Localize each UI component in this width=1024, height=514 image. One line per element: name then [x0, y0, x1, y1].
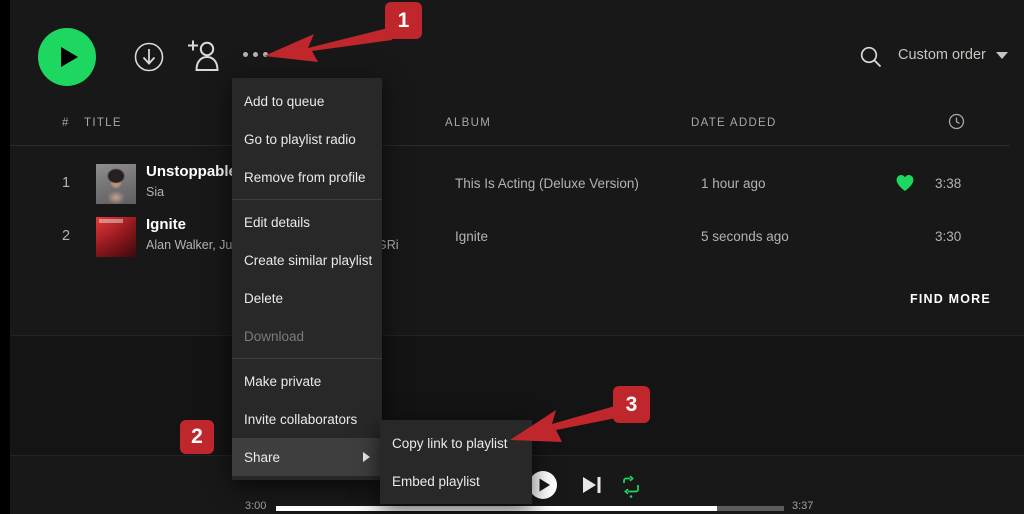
clock-icon	[948, 113, 965, 130]
column-header-number: #	[62, 117, 70, 129]
album-artwork-image	[96, 164, 136, 204]
track-table-header: # TITLE ALBUM DATE ADDED	[10, 110, 1024, 140]
add-collaborator-button[interactable]	[184, 38, 222, 74]
track-artist[interactable]: Sia	[146, 185, 164, 199]
menu-item-copy-link-to-playlist[interactable]: Copy link to playlist	[380, 424, 532, 462]
chevron-down-icon	[995, 51, 1008, 59]
heart-filled-icon	[896, 175, 914, 191]
player-total-time: 3:37	[792, 500, 814, 512]
column-header-title: TITLE	[84, 117, 122, 129]
track-artist[interactable]: Alan Walker, Ju	[146, 238, 232, 252]
menu-item-label: Add to queue	[244, 93, 325, 109]
playlist-context-menu: Add to queue Go to playlist radio Remove…	[232, 78, 382, 480]
find-more-button[interactable]: FIND MORE	[910, 292, 991, 306]
repeat-icon	[623, 475, 639, 498]
search-button[interactable]	[858, 44, 884, 70]
menu-item-label: Create similar playlist	[244, 252, 373, 268]
menu-item-edit-details[interactable]: Edit details	[232, 203, 382, 241]
player-progress-bar[interactable]	[276, 506, 784, 511]
menu-item-go-to-playlist-radio[interactable]: Go to playlist radio	[232, 120, 382, 158]
like-button[interactable]	[895, 173, 915, 193]
annotation-badge-2: 2	[180, 420, 214, 454]
player-next-button[interactable]	[580, 474, 604, 496]
column-header-duration	[948, 113, 965, 133]
track-date-added: 1 hour ago	[701, 176, 766, 191]
album-artwork-image	[96, 217, 136, 257]
menu-item-label: Share	[244, 449, 281, 465]
menu-item-label: Edit details	[244, 214, 311, 230]
track-number: 1	[62, 175, 71, 191]
track-duration: 3:38	[935, 176, 962, 191]
album-artwork	[96, 164, 136, 204]
skip-next-icon	[583, 477, 601, 493]
player-elapsed-time: 3:00	[245, 500, 267, 512]
track-album[interactable]: This Is Acting (Deluxe Version)	[455, 176, 639, 191]
more-options-button[interactable]	[238, 44, 272, 64]
play-icon	[61, 47, 78, 67]
menu-item-delete[interactable]: Delete	[232, 279, 382, 317]
header-divider	[10, 145, 1010, 146]
playlist-toolbar: Custom order	[10, 0, 1024, 105]
menu-item-remove-from-profile[interactable]: Remove from profile	[232, 158, 382, 196]
add-user-icon	[188, 40, 219, 71]
column-header-album: ALBUM	[445, 117, 492, 129]
share-submenu: Copy link to playlist Embed playlist	[380, 420, 532, 504]
menu-item-label: Copy link to playlist	[392, 435, 508, 451]
menu-item-label: Delete	[244, 290, 284, 306]
more-dot-3	[262, 51, 268, 57]
search-icon	[860, 46, 882, 68]
menu-item-label: Download	[244, 328, 305, 344]
spotify-playlist-window: Custom order # TITLE ALBUM DATE ADDED 1 …	[0, 0, 1024, 514]
table-row[interactable]: 2 Ignite Alan Walker, Ju Ignite 5 second…	[10, 210, 1024, 263]
menu-item-make-private[interactable]: Make private	[232, 362, 382, 400]
menu-separator	[232, 358, 382, 359]
menu-separator	[232, 199, 382, 200]
menu-item-add-to-queue[interactable]: Add to queue	[232, 82, 382, 120]
track-title[interactable]: Unstoppable	[146, 163, 237, 180]
menu-item-label: Remove from profile	[244, 169, 366, 185]
menu-item-label: Embed playlist	[392, 473, 480, 489]
sort-order-dropdown[interactable]: Custom order	[898, 47, 1008, 63]
column-header-date-added: DATE ADDED	[691, 117, 777, 129]
menu-item-create-similar-playlist[interactable]: Create similar playlist	[232, 241, 382, 279]
chevron-right-icon	[363, 452, 370, 462]
track-title[interactable]: Ignite	[146, 216, 186, 233]
track-duration: 3:30	[935, 229, 962, 244]
menu-item-label: Go to playlist radio	[244, 131, 356, 147]
annotation-badge-3: 3	[613, 386, 650, 423]
play-circle-icon	[529, 471, 557, 499]
menu-item-embed-playlist[interactable]: Embed playlist	[380, 462, 532, 500]
menu-item-download: Download	[232, 317, 382, 355]
more-dot-2	[252, 51, 258, 57]
more-dot-1	[242, 51, 248, 57]
track-album[interactable]: Ignite	[455, 229, 488, 244]
track-date-added: 5 seconds ago	[701, 229, 789, 244]
album-artwork	[96, 217, 136, 257]
player-repeat-button[interactable]	[619, 474, 643, 498]
download-button[interactable]	[132, 40, 166, 74]
menu-item-share[interactable]: Share	[232, 438, 382, 476]
sort-order-value: Custom order	[898, 47, 986, 63]
annotation-badge-1: 1	[385, 2, 422, 39]
left-gutter	[0, 0, 10, 514]
menu-item-label: Invite collaborators	[244, 411, 358, 427]
table-row[interactable]: 1 Unstoppable Sia This Is Acting (Deluxe…	[10, 157, 1024, 210]
menu-item-invite-collaborators[interactable]: Invite collaborators	[232, 400, 382, 438]
menu-item-label: Make private	[244, 373, 322, 389]
track-number: 2	[62, 228, 71, 244]
play-button[interactable]	[38, 28, 96, 86]
player-play-button[interactable]	[528, 470, 558, 500]
player-progress-fill	[276, 506, 717, 511]
download-icon	[134, 42, 164, 72]
